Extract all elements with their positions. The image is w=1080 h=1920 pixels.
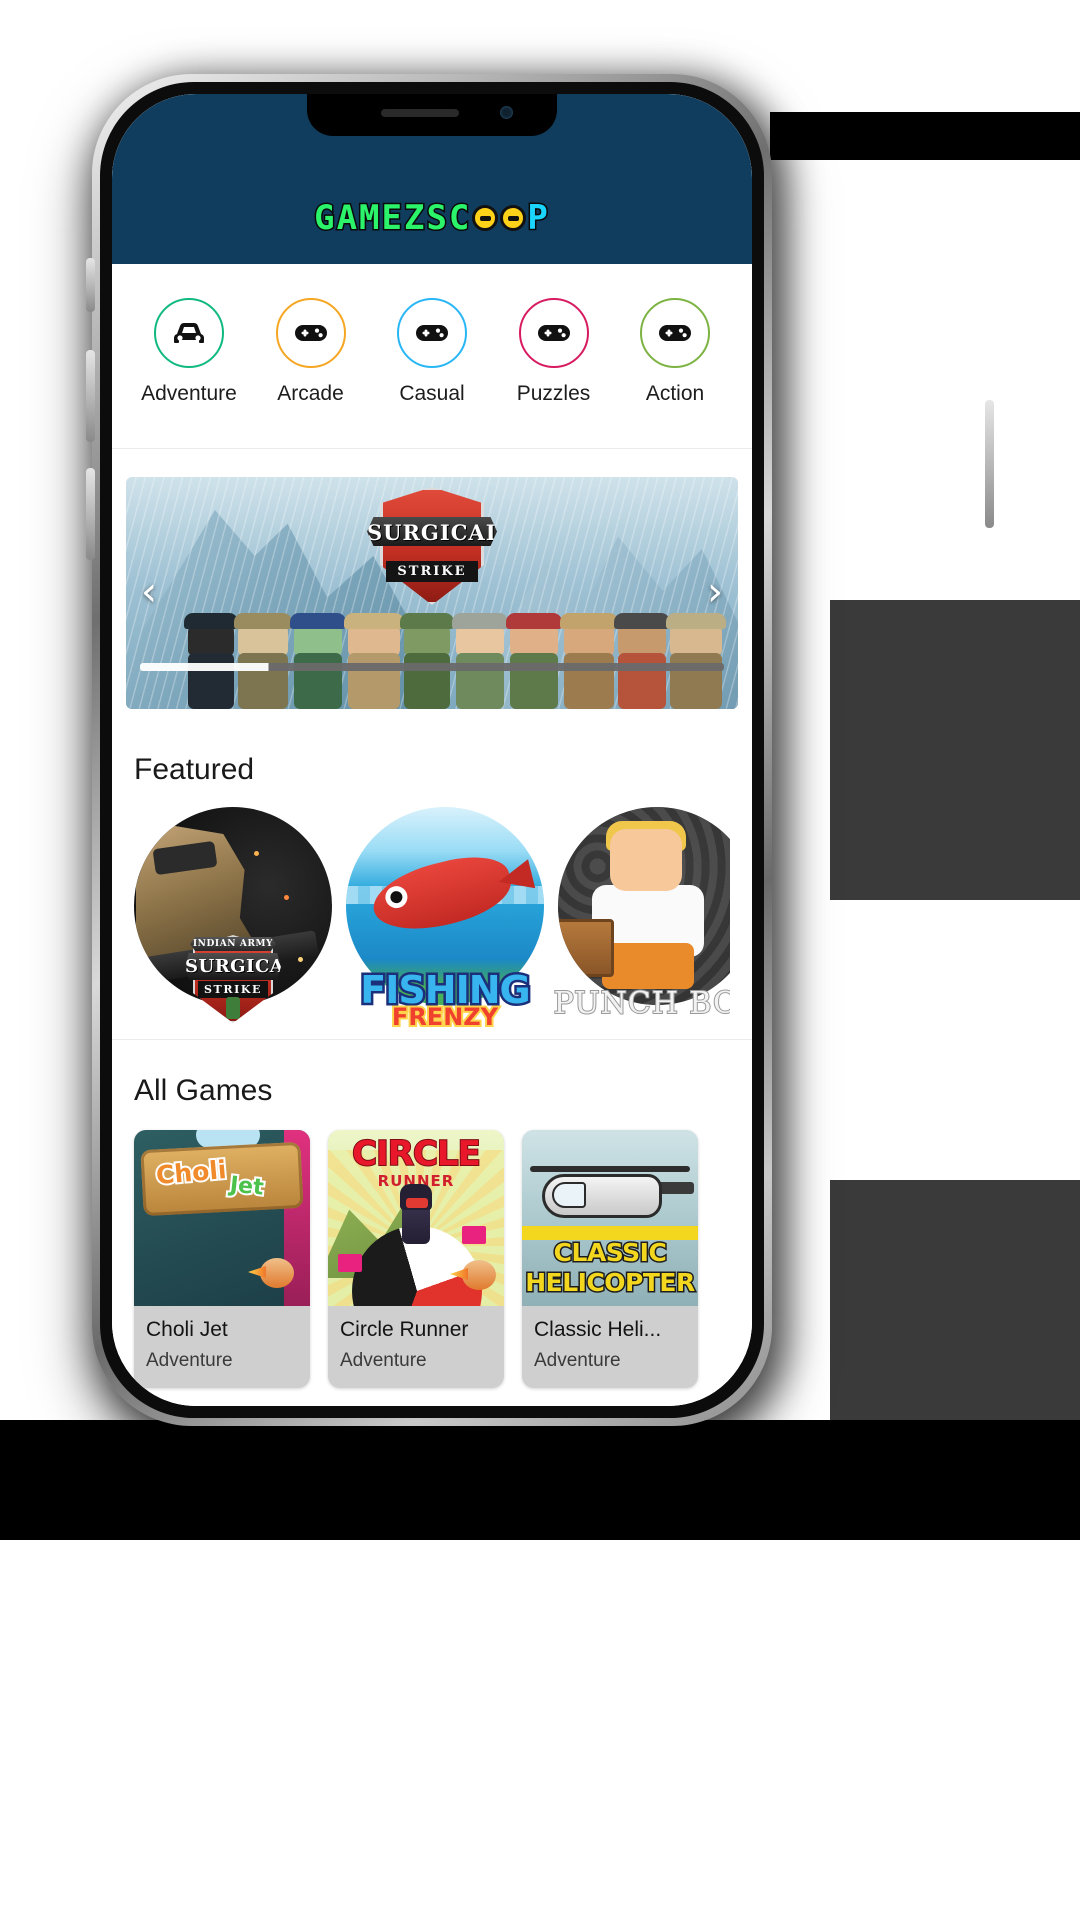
featured-title: Featured: [134, 753, 255, 786]
featured-card-surgical-strike[interactable]: INDIAN ARMY SURGICAL STRIKE: [134, 807, 332, 1023]
choli-art-line2: Jet: [227, 1170, 267, 1202]
category-item-action[interactable]: Action: [620, 298, 730, 406]
background-artifact: [830, 900, 1080, 1180]
earpiece-speaker: [381, 109, 459, 117]
punchbox-title-art: PUNCH BOX: [553, 985, 730, 1022]
fishing-title-line1: FISHING: [358, 967, 533, 1012]
gamepad-dots-icon: [472, 205, 527, 231]
game-thumbnail: Choli Jet: [134, 1130, 310, 1306]
category-label: Casual: [399, 382, 465, 405]
background-artifact: [770, 112, 1080, 160]
category-label: Adventure: [141, 382, 237, 405]
volume-down-button[interactable]: [86, 350, 95, 442]
screenshot-canvas: GAMEZSC P Adventure Arcade Casual Puzzle…: [0, 0, 1080, 1920]
featured-row[interactable]: INDIAN ARMY SURGICAL STRIKE FISHING FREN…: [134, 793, 730, 1039]
featured-card-fishing-frenzy[interactable]: FISHING FRENZY: [346, 807, 544, 1033]
game-meta: Circle Runner Adventure: [328, 1306, 504, 1388]
gamepad-icon: [537, 325, 570, 341]
all-games-section: All Games Choli Jet Choli Jet Adventure …: [112, 1040, 752, 1406]
badge-main-text: SURGICAL: [185, 953, 281, 980]
category-label: Puzzles: [516, 382, 591, 405]
game-thumbnail: CIRCLE RUNNER: [328, 1130, 504, 1306]
category-icon-ring: [518, 298, 589, 368]
category-item-adventure[interactable]: Adventure: [134, 298, 244, 406]
badge-top-text: INDIAN ARMY: [190, 937, 276, 951]
badge-soldier-figure: [226, 997, 240, 1019]
banner-slide-surgical-strike[interactable]: SURGICAL STRIKE ‹ ›: [126, 477, 738, 709]
gamepad-icon: [659, 325, 691, 341]
featured-title-art: FISHING FRENZY: [358, 967, 533, 1033]
volume-up-button[interactable]: [86, 468, 95, 560]
badge-sub-text: STRIKE: [198, 981, 268, 998]
circle-art-line1: CIRCLE: [351, 1133, 482, 1175]
phone-notch: [307, 94, 557, 136]
phone-screen: GAMEZSC P Adventure Arcade Casual Puzzle…: [112, 94, 752, 1406]
heli-art-line2: HELICOPTER: [524, 1267, 697, 1299]
carousel-prev-button[interactable]: ‹: [132, 572, 166, 612]
featured-thumbnail: [558, 807, 730, 1005]
all-games-grid: Choli Jet Choli Jet Adventure CIRCLE RUN…: [134, 1114, 730, 1406]
banner-title-sub: STRIKE: [386, 561, 478, 582]
logo-text-part-a: GAMEZSC: [313, 197, 472, 240]
background-artifact: [830, 1180, 1080, 1420]
category-strip: Adventure Arcade Casual Puzzles Action: [112, 264, 752, 449]
banner-carousel[interactable]: SURGICAL STRIKE ‹ ›: [112, 449, 752, 719]
front-camera: [500, 106, 513, 119]
game-meta: Classic Heli... Adventure: [522, 1306, 698, 1388]
rocket-creature-icon: [450, 1258, 496, 1292]
rocket-creature-icon: [248, 1256, 294, 1290]
game-category: Adventure: [340, 1350, 427, 1371]
game-name: Classic Heli...: [534, 1318, 662, 1341]
featured-section: Featured INDIAN ARMY SURGICAL STRIKE FIS…: [112, 719, 752, 1039]
app-logo[interactable]: GAMEZSC P: [313, 197, 550, 240]
game-category: Adventure: [146, 1350, 233, 1371]
banner-logo: SURGICAL STRIKE: [367, 487, 497, 605]
heli-art-line1: CLASSIC: [552, 1237, 668, 1269]
category-label: Action: [645, 382, 705, 405]
game-card-choli-jet[interactable]: Choli Jet Choli Jet Adventure: [134, 1130, 310, 1388]
category-item-casual[interactable]: Casual: [377, 298, 487, 406]
background-artifact: [770, 160, 1080, 600]
banner-title-main: SURGICAL: [367, 520, 502, 545]
mute-switch[interactable]: [86, 258, 95, 312]
category-label: Arcade: [277, 382, 344, 405]
gamepad-icon: [294, 325, 327, 341]
power-button[interactable]: [985, 400, 994, 528]
background-artifact: [830, 600, 1080, 900]
game-meta: Choli Jet Adventure: [134, 1306, 310, 1388]
category-icon-ring: [397, 298, 467, 368]
logo-text-part-b: P: [526, 197, 550, 240]
app-root: GAMEZSC P Adventure Arcade Casual Puzzle…: [112, 94, 752, 1406]
game-card-circle-runner[interactable]: CIRCLE RUNNER Circle Runner Adventure: [328, 1130, 504, 1388]
car-icon: [174, 323, 204, 343]
featured-card-punch-box[interactable]: PUNCH BOX: [553, 807, 730, 1022]
category-icon-ring: [154, 298, 224, 368]
game-name: Circle Runner: [340, 1318, 469, 1341]
banner-rifle-row: [140, 663, 724, 671]
category-icon-ring: [640, 298, 710, 368]
game-card-classic-helicopter[interactable]: CLASSIC HELICOPTER Classic Heli... Adven…: [522, 1130, 698, 1388]
app-logo-text: GAMEZSC P: [313, 197, 550, 240]
carousel-next-button[interactable]: ›: [698, 572, 732, 612]
category-icon-ring: [275, 298, 346, 368]
category-item-arcade[interactable]: Arcade: [256, 298, 366, 406]
game-name: Choli Jet: [146, 1318, 228, 1341]
all-games-title: All Games: [134, 1074, 273, 1107]
choli-art-line1: Choli: [153, 1153, 230, 1192]
featured-badge: INDIAN ARMY SURGICAL STRIKE: [185, 935, 281, 1023]
game-category: Adventure: [534, 1350, 621, 1371]
game-thumbnail: CLASSIC HELICOPTER: [522, 1130, 698, 1306]
category-item-puzzles[interactable]: Puzzles: [499, 298, 609, 406]
gamepad-icon: [416, 325, 448, 341]
